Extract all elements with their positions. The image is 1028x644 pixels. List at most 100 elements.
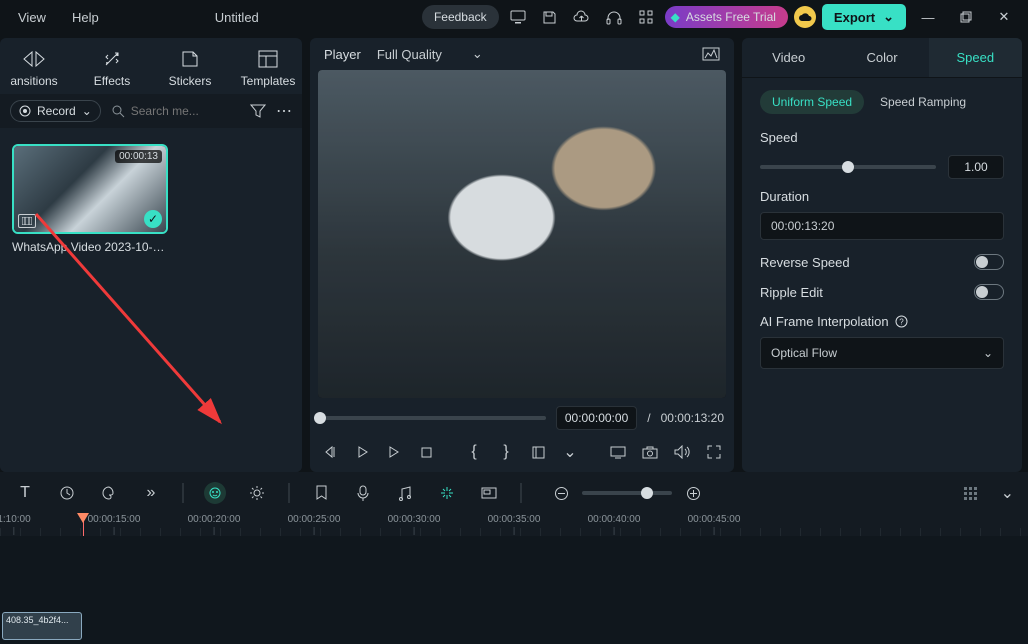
marker-icon[interactable] — [310, 482, 332, 504]
player-controls: 00:00:00:00 / 00:00:13:20 { } ⌄ — [310, 398, 734, 472]
zoom-in-icon[interactable] — [682, 482, 704, 504]
snapshot-icon[interactable] — [642, 442, 658, 462]
current-time[interactable]: 00:00:00:00 — [556, 406, 637, 430]
record-target-icon — [19, 105, 31, 117]
tab-effects-label: Effects — [94, 74, 130, 88]
tab-templates-label: Templates — [241, 74, 296, 88]
assets-trial-pill[interactable]: ◆ Assets Free Trial — [665, 6, 788, 28]
tab-speed[interactable]: Speed — [929, 38, 1022, 77]
record-dropdown[interactable]: Record ⌄ — [10, 100, 101, 122]
speed-label: Speed — [760, 130, 1004, 145]
ai-interpolation-row: AI Frame Interpolation ? — [742, 300, 1022, 329]
play-icon[interactable] — [354, 442, 370, 462]
window-minimize[interactable]: — — [912, 1, 944, 33]
more-tools-icon[interactable]: » — [140, 482, 162, 504]
clip-used-check-icon: ✓ — [144, 210, 162, 228]
zoom-out-icon[interactable] — [550, 482, 572, 504]
chevron-down-icon[interactable]: ⌄ — [562, 442, 578, 462]
menubar: View Help Untitled Feedback ◆ Assets Fre… — [0, 0, 1028, 34]
tab-effects[interactable]: Effects — [84, 48, 140, 88]
cloud-upload-icon[interactable] — [569, 4, 595, 30]
mark-out-icon[interactable]: } — [498, 442, 514, 462]
filter-icon[interactable] — [250, 104, 266, 118]
timeline-tracks[interactable]: 408.35_4b2f4... — [0, 536, 1028, 644]
export-button[interactable]: Export ⌄ — [822, 4, 906, 30]
device-icon[interactable] — [505, 4, 531, 30]
tab-stickers-label: Stickers — [169, 74, 212, 88]
stop-icon[interactable] — [418, 442, 434, 462]
clip-name: WhatsApp Video 2023-10-05... — [12, 240, 168, 254]
timeline-ruler[interactable]: 1:10:0000:00:15:0000:00:20:0000:00:25:00… — [0, 514, 1028, 536]
mark-in-icon[interactable]: { — [466, 442, 482, 462]
tab-transitions[interactable]: ansitions — [6, 48, 62, 88]
quality-dropdown[interactable]: Full Quality ⌄ — [377, 46, 483, 62]
headphones-icon[interactable] — [601, 4, 627, 30]
player-header: Player Full Quality ⌄ — [310, 38, 734, 70]
subtab-speed-ramping[interactable]: Speed Ramping — [880, 95, 966, 109]
scrub-bar[interactable] — [320, 416, 546, 420]
ruler-tick: 1:10:00 — [0, 514, 31, 535]
time-separator: / — [647, 411, 650, 425]
tab-color[interactable]: Color — [835, 38, 928, 77]
menu-help[interactable]: Help — [62, 6, 109, 29]
ripple-edit-toggle[interactable] — [974, 284, 1004, 300]
color-palette-icon[interactable] — [98, 482, 120, 504]
window-maximize[interactable] — [950, 1, 982, 33]
duration-value[interactable]: 00:00:13:20 — [760, 212, 1004, 240]
tab-templates[interactable]: Templates — [240, 48, 296, 88]
cloud-status-icon[interactable] — [794, 6, 816, 28]
mic-icon[interactable] — [352, 482, 374, 504]
svg-text:?: ? — [899, 318, 904, 327]
aspect-icon[interactable] — [478, 482, 500, 504]
ai-tool-icon[interactable] — [204, 482, 226, 504]
adjust-icon[interactable] — [246, 482, 268, 504]
subtab-uniform-speed[interactable]: Uniform Speed — [760, 90, 864, 114]
media-clip[interactable]: 00:00:13 ✓ WhatsApp Video 2023-10-05... — [12, 144, 168, 254]
history-icon[interactable] — [56, 482, 78, 504]
feedback-button[interactable]: Feedback — [422, 5, 499, 29]
display-icon[interactable] — [610, 442, 626, 462]
export-label: Export — [834, 10, 875, 25]
track-options-icon[interactable] — [964, 487, 977, 500]
help-icon[interactable]: ? — [895, 315, 908, 328]
main-area: ansitions Effects Stickers Templates Rec… — [0, 34, 1028, 472]
quality-label: Full Quality — [377, 47, 442, 62]
tab-stickers[interactable]: Stickers — [162, 48, 218, 88]
gem-icon: ◆ — [671, 10, 680, 24]
project-title: Untitled — [215, 10, 259, 25]
fullscreen-icon[interactable] — [706, 442, 722, 462]
search-field[interactable] — [111, 104, 240, 118]
ruler-tick: 00:00:20:00 — [188, 514, 241, 535]
search-input[interactable] — [131, 104, 211, 118]
inspector-tabs: Video Color Speed — [742, 38, 1022, 78]
volume-icon[interactable] — [674, 442, 690, 462]
ruler-tick: 00:00:15:00 — [88, 514, 141, 535]
scopes-icon[interactable] — [702, 47, 720, 61]
tab-video[interactable]: Video — [742, 38, 835, 77]
speed-value[interactable]: 1.00 — [948, 155, 1004, 179]
audio-sync-icon[interactable] — [394, 482, 416, 504]
ripple-edit-row: Ripple Edit — [742, 270, 1022, 300]
menu-view[interactable]: View — [8, 6, 56, 29]
templates-icon — [258, 48, 278, 70]
speed-slider[interactable] — [760, 165, 936, 169]
play-forward-icon[interactable] — [386, 442, 402, 462]
ruler-tick: 00:00:40:00 — [588, 514, 641, 535]
prev-frame-icon[interactable] — [322, 442, 338, 462]
assets-trial-label: Assets Free Trial — [686, 10, 776, 24]
apps-grid-icon[interactable] — [633, 4, 659, 30]
timeline-toolbar: T » ⌄ — [0, 472, 1028, 514]
more-icon[interactable]: ⋯ — [276, 101, 292, 121]
text-tool-icon[interactable]: T — [14, 482, 36, 504]
zoom-slider[interactable] — [582, 491, 672, 495]
ai-interpolation-select[interactable]: Optical Flow ⌄ — [760, 337, 1004, 369]
chevron-down-icon[interactable]: ⌄ — [1001, 483, 1014, 503]
save-icon[interactable] — [537, 4, 563, 30]
render-icon[interactable] — [436, 482, 458, 504]
preview-viewport[interactable] — [318, 70, 726, 398]
crop-icon[interactable] — [530, 442, 546, 462]
media-toolbar: Record ⌄ ⋯ — [0, 94, 302, 128]
timeline-clip[interactable]: 408.35_4b2f4... — [2, 612, 82, 640]
window-close[interactable]: ✕ — [988, 1, 1020, 33]
reverse-speed-toggle[interactable] — [974, 254, 1004, 270]
